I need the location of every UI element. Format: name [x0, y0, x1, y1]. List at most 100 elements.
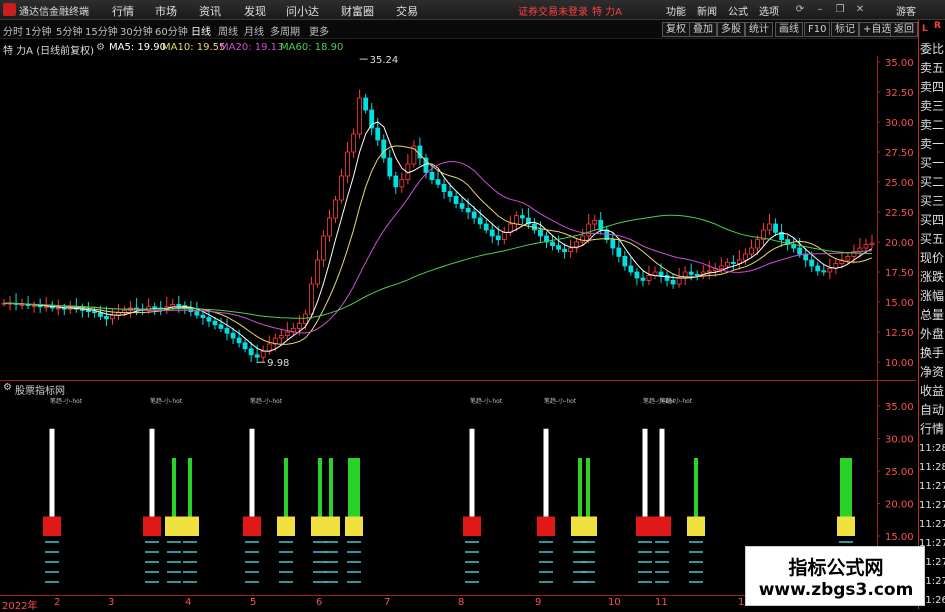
right-panel-item[interactable]: 收益 [919, 382, 945, 401]
right-panel-item[interactable]: 涨跌 [919, 268, 945, 287]
period-5min[interactable]: 5分钟 [56, 23, 82, 38]
right-panel-item[interactable]: 行情 [919, 420, 945, 439]
menu-wealth[interactable]: 财富圈 [341, 3, 374, 19]
right-panel-item[interactable]: 换手 [919, 344, 945, 363]
right-panel-item[interactable]: 买三 [919, 192, 945, 211]
menu-news[interactable]: 资讯 [199, 3, 221, 19]
candle-body [200, 314, 206, 319]
right-panel-item[interactable]: 现价 [919, 249, 945, 268]
button-multi-stock[interactable]: 多股 [717, 22, 745, 37]
button-stats[interactable]: 统计 [745, 22, 773, 37]
close-icon[interactable]: ✕ [854, 4, 866, 16]
right-panel-item[interactable]: 净资 [919, 363, 945, 382]
right-panel-item[interactable]: 外盘 [919, 325, 945, 344]
period-30min[interactable]: 30分钟 [120, 23, 153, 38]
period-intraday[interactable]: 分时 [3, 23, 23, 38]
button-draw[interactable]: 画线 [775, 22, 803, 37]
y-tick-label: 10.00 [885, 358, 914, 369]
menu-discover[interactable]: 发现 [244, 3, 266, 19]
right-panel-item[interactable]: 卖一 [919, 135, 945, 154]
candle-body [92, 311, 97, 314]
candle-body [242, 342, 248, 350]
right-panel-item[interactable]: 买一 [919, 154, 945, 173]
right-panel-item[interactable]: 11:27 [919, 515, 945, 534]
candle-body [284, 331, 290, 336]
login-warning[interactable]: 证券交易未登录 [518, 3, 588, 18]
candle-body [194, 311, 200, 316]
restore-icon[interactable]: ❐ [834, 4, 846, 16]
right-panel-item[interactable]: 卖五 [919, 59, 945, 78]
candle-body [447, 191, 453, 197]
right-panel-item[interactable]: 11:27 [919, 496, 945, 515]
period-multi[interactable]: 多周期 [270, 23, 300, 38]
settings-icon[interactable]: ⚙ [96, 42, 105, 53]
guest-user[interactable]: 游客 [896, 3, 916, 18]
menu-market[interactable]: 市场 [155, 3, 177, 19]
candle-body [694, 273, 700, 276]
right-panel-item[interactable]: 委比 [919, 40, 945, 59]
y-tick-label: 20.00 [885, 238, 914, 249]
right-panel-item[interactable]: 自动 [919, 401, 945, 420]
period-more[interactable]: 更多 [309, 23, 329, 38]
right-panel-item[interactable]: 卖四 [919, 78, 945, 97]
menu-market-quote[interactable]: 行情 [112, 3, 134, 19]
menu-function[interactable]: 功能 [666, 3, 686, 18]
candle-body [302, 313, 308, 325]
menu-trade[interactable]: 交易 [396, 3, 418, 19]
signal-block [277, 516, 295, 536]
signal-bar [694, 458, 698, 520]
button-back[interactable]: 返回 [890, 22, 918, 37]
candle-body [230, 332, 236, 339]
date-month-9: 9 [535, 597, 542, 608]
right-panel-item[interactable]: 买二 [919, 173, 945, 192]
candle-body [471, 211, 477, 219]
signal-bar [172, 458, 176, 520]
menu-options[interactable]: 选项 [759, 3, 779, 18]
price-axis-line [877, 56, 878, 594]
period-60min[interactable]: 60分钟 [155, 23, 188, 38]
period-daily[interactable]: 日线 [191, 23, 211, 38]
menu-formula[interactable]: 公式 [728, 3, 748, 18]
title-bar: 通达信金融终端 行情 市场 资讯 发现 问小达 财富圈 交易 证券交易未登录 特… [0, 0, 945, 20]
refresh-icon[interactable]: ⟳ [794, 4, 806, 16]
right-quote-panel: 委比 卖五 卖四 卖三 卖二 卖一 买一 买二 买三 买四 买五 现价 涨跌 涨幅 总量 外盘 换手 净资 收益 自动… [918, 40, 945, 609]
button-mark[interactable]: 标记 [831, 22, 859, 37]
right-panel-item[interactable]: 11:28 [919, 439, 945, 458]
ma60-line [4, 214, 873, 319]
candle-body [489, 229, 495, 237]
candle-body [773, 223, 778, 233]
candle-body [755, 239, 760, 249]
candle-body [513, 215, 519, 225]
right-panel-item[interactable]: 11:27 [919, 477, 945, 496]
right-panel-item[interactable]: 卖二 [919, 116, 945, 135]
signal-bar [659, 428, 665, 520]
kline-chart[interactable]: 35.00 32.50 30.00 27.50 25.00 22.50 20.00 17.50… [0, 56, 916, 380]
period-1min[interactable]: 1分钟 [25, 23, 51, 38]
button-adjust[interactable]: 复权 [662, 22, 690, 37]
period-monthly[interactable]: 月线 [244, 23, 264, 38]
period-weekly[interactable]: 周线 [218, 23, 238, 38]
candle-body [98, 312, 103, 317]
right-panel-item[interactable]: 卖三 [919, 97, 945, 116]
right-panel-item[interactable]: 买五 [919, 230, 945, 249]
ma5-label: MA5: 19.90 [109, 42, 167, 53]
menu-newsfeed[interactable]: 新闻 [697, 3, 717, 18]
right-panel-item[interactable]: 涨幅 [919, 287, 945, 306]
right-panel-item[interactable]: 买四 [919, 211, 945, 230]
signal-bar [840, 458, 852, 520]
y-tick-label: 22.50 [885, 208, 914, 219]
minimize-icon[interactable]: – [814, 4, 826, 16]
period-15min[interactable]: 15分钟 [85, 23, 118, 38]
candle-body [863, 243, 869, 249]
candle-body [706, 270, 712, 273]
button-f10[interactable]: F10 [804, 22, 831, 37]
button-overlay[interactable]: 叠加 [689, 22, 717, 37]
y-tick-label: 17.50 [885, 268, 914, 279]
candle-body [610, 239, 616, 249]
y-tick-label: 15.00 [885, 298, 914, 309]
right-panel-item[interactable]: 11:28 [919, 458, 945, 477]
candle-body [375, 127, 381, 141]
right-panel-item[interactable]: 总量 [919, 306, 945, 325]
menu-ask[interactable]: 问小达 [286, 3, 319, 19]
signal-label: 笔趋-小-hot [470, 397, 503, 405]
